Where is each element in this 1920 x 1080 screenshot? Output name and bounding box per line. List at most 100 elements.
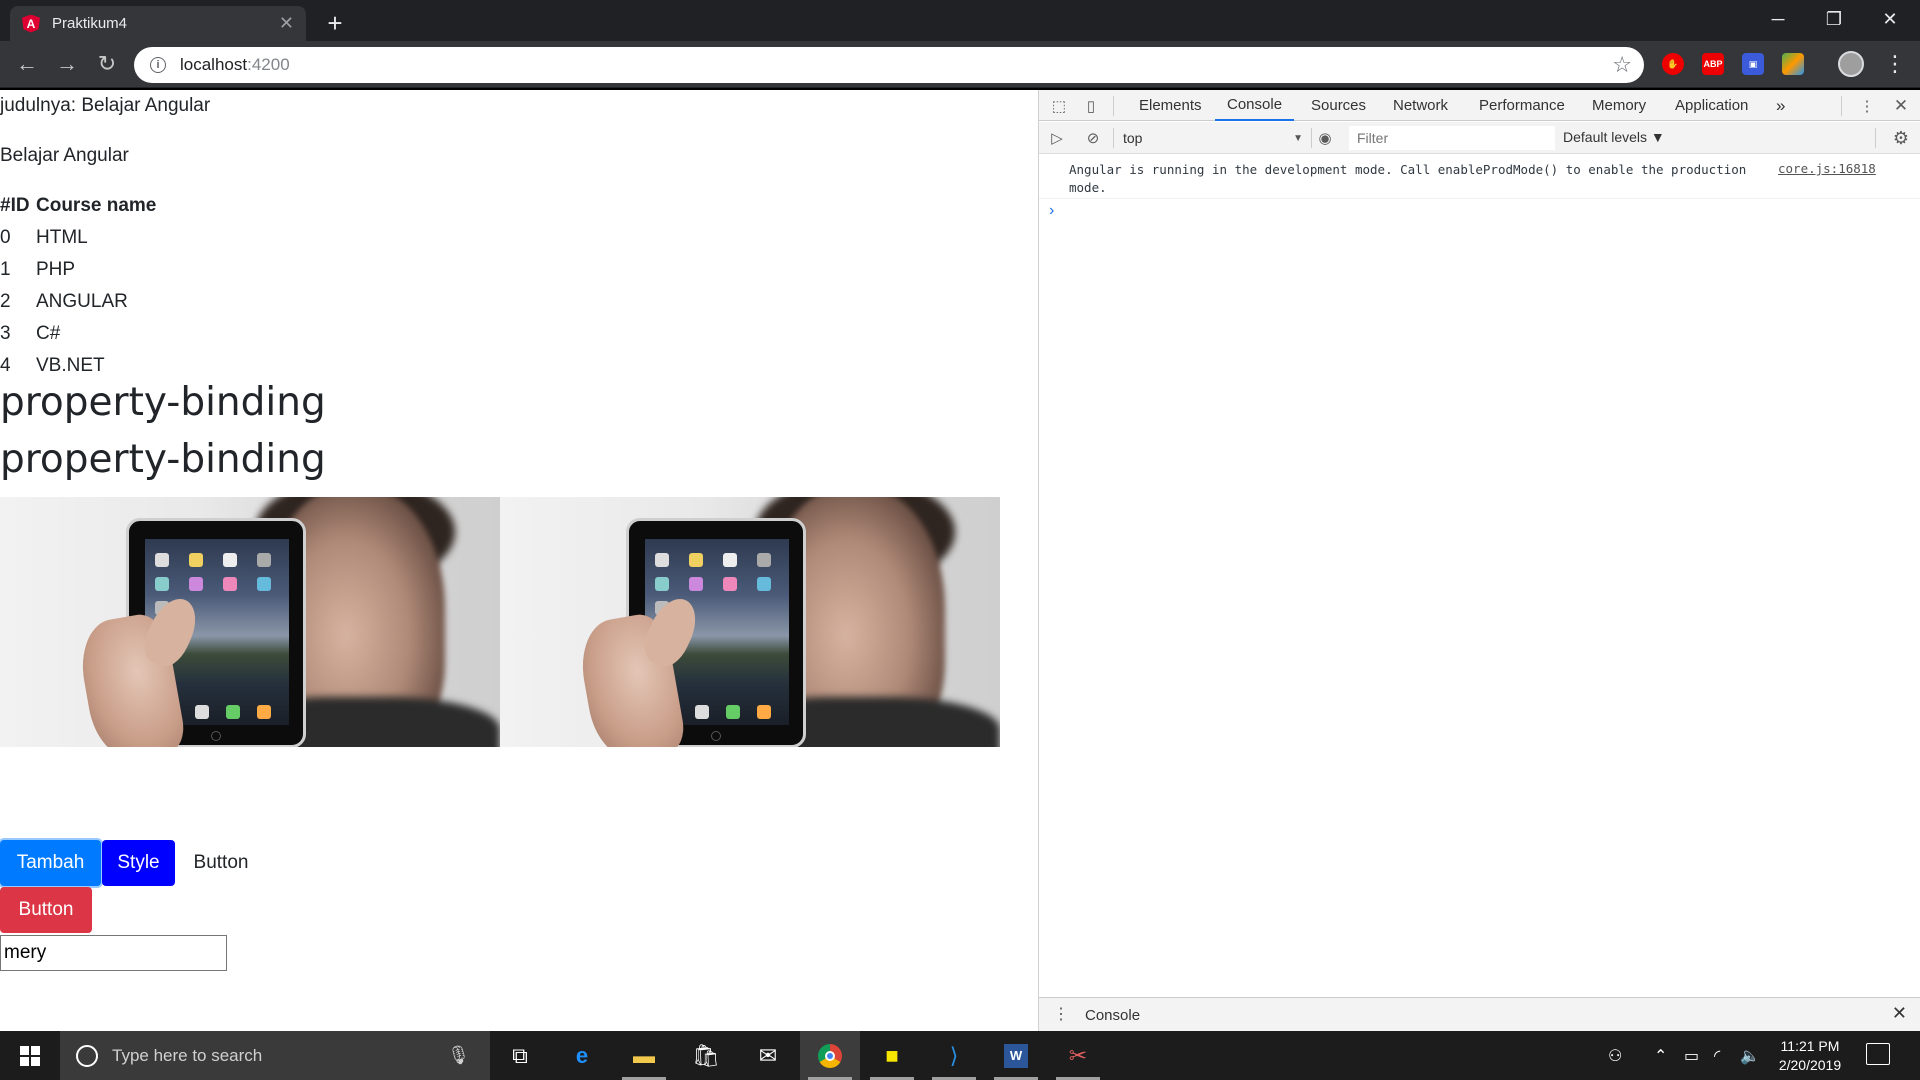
table-row: 0 HTML: [0, 222, 158, 254]
back-icon[interactable]: ←: [12, 49, 42, 79]
heading-property-binding-1: property-binding: [0, 380, 326, 425]
microphone-icon[interactable]: 🎙: [447, 1045, 470, 1066]
task-view-icon[interactable]: ⧉: [490, 1031, 550, 1080]
minimize-button[interactable]: ─: [1750, 0, 1806, 38]
taskbar-clock[interactable]: 11:21 PM 2/20/2019: [1770, 1037, 1850, 1075]
bookmark-star-icon[interactable]: ☆: [1612, 52, 1632, 78]
new-tab-button[interactable]: +: [320, 8, 350, 38]
clock-time: 11:21 PM: [1780, 1038, 1840, 1054]
console-log-message: Angular is running in the development mo…: [1069, 162, 1747, 195]
window-close-button[interactable]: ✕: [1862, 0, 1918, 38]
devtools-menu-icon[interactable]: ⋮: [1857, 96, 1877, 116]
devtools-panel: ⬚ ▯ Elements Console Sources Network Per…: [1038, 90, 1920, 1031]
more-tabs-icon[interactable]: »: [1776, 90, 1785, 121]
device-toolbar-icon[interactable]: ▯: [1081, 96, 1101, 116]
color-extension-icon[interactable]: [1782, 53, 1804, 75]
battery-icon[interactable]: ▭: [1684, 1031, 1699, 1080]
subtitle: Belajar Angular: [0, 145, 129, 166]
context-select[interactable]: top ▼: [1123, 127, 1303, 149]
tab-performance[interactable]: Performance: [1479, 90, 1565, 121]
taskbar-search-box[interactable]: Type here to search 🎙: [60, 1031, 490, 1080]
volume-icon[interactable]: 🔈: [1740, 1031, 1760, 1080]
eye-icon[interactable]: ◉: [1311, 128, 1339, 148]
devtools-tab-bar: ⬚ ▯ Elements Console Sources Network Per…: [1039, 90, 1920, 121]
file-explorer-icon[interactable]: ▬: [614, 1031, 674, 1080]
devtools-close-icon[interactable]: ✕: [1891, 96, 1911, 116]
drawer-menu-icon[interactable]: ⋮: [1053, 1004, 1069, 1024]
clock-date: 2/20/2019: [1778, 1057, 1842, 1073]
cell-course: C#: [36, 323, 61, 344]
console-drawer: ⋮ Console ✕: [1039, 997, 1920, 1031]
edge-icon[interactable]: e: [552, 1031, 612, 1080]
chrome-icon[interactable]: [800, 1031, 860, 1080]
reload-icon[interactable]: ↻: [92, 49, 122, 79]
tab-application[interactable]: Application: [1675, 90, 1748, 121]
column-header-id: #ID: [0, 195, 30, 216]
column-header-course: Course name: [36, 195, 157, 216]
info-icon[interactable]: i: [150, 57, 166, 73]
tab-elements[interactable]: Elements: [1139, 90, 1202, 121]
windows-logo-icon: [20, 1045, 40, 1066]
cell-id: 0: [0, 227, 11, 248]
angular-icon: A: [22, 14, 40, 33]
console-prompt-icon[interactable]: ›: [1049, 202, 1054, 220]
cell-course: PHP: [36, 259, 76, 280]
name-input[interactable]: [0, 935, 227, 971]
vscode-icon[interactable]: ⟩: [924, 1031, 984, 1080]
console-filter-input[interactable]: [1349, 126, 1555, 150]
tab-title: Praktikum4: [52, 15, 128, 32]
page-content: judulnya: Belajar Angular Belajar Angula…: [0, 90, 1038, 1031]
profile-avatar[interactable]: [1838, 51, 1864, 77]
danger-button[interactable]: Button: [0, 887, 92, 933]
people-icon[interactable]: ⚇: [1608, 1031, 1622, 1080]
menu-icon[interactable]: ⋮: [1884, 51, 1906, 79]
cell-course: HTML: [36, 227, 88, 248]
inspect-element-icon[interactable]: ⬚: [1049, 96, 1069, 116]
tab-memory[interactable]: Memory: [1592, 90, 1646, 121]
tab-network[interactable]: Network: [1393, 90, 1448, 121]
log-divider: [1039, 198, 1920, 199]
show-hidden-icons-icon[interactable]: ⌃: [1654, 1031, 1667, 1080]
drawer-tab-console[interactable]: Console: [1085, 1007, 1140, 1024]
style-button[interactable]: Style: [102, 840, 175, 886]
table-row: 1 PHP: [0, 254, 158, 286]
start-button[interactable]: [0, 1031, 60, 1080]
hand-extension-icon[interactable]: ✋: [1662, 53, 1684, 75]
wifi-icon[interactable]: ◜: [1714, 1031, 1720, 1080]
ipad-photo-1: [0, 497, 500, 747]
table-row: 3 C#: [0, 318, 158, 350]
drawer-close-icon[interactable]: ✕: [1892, 1003, 1907, 1024]
forward-icon[interactable]: →: [52, 49, 82, 79]
sidebar-toggle-icon[interactable]: ▷: [1047, 128, 1067, 148]
browser-toolbar: ← → ↻ i localhost:4200 ☆ ✋ ABP ▣ ⋮: [0, 41, 1920, 88]
dropdown-arrow-icon: ▼: [1293, 132, 1303, 144]
tambah-button[interactable]: Tambah: [0, 840, 101, 886]
address-bar[interactable]: i localhost:4200 ☆: [134, 47, 1644, 83]
mail-icon[interactable]: ✉: [738, 1031, 798, 1080]
close-icon[interactable]: ✕: [279, 13, 294, 34]
restore-button[interactable]: ❐: [1806, 0, 1862, 38]
cell-id: 2: [0, 291, 11, 312]
notification-center-icon[interactable]: [1866, 1043, 1890, 1065]
settings-gear-icon[interactable]: ⚙: [1891, 128, 1911, 148]
snipping-tool-icon[interactable]: ✂: [1048, 1031, 1108, 1080]
console-log-source-link[interactable]: core.js:16818: [1778, 161, 1876, 176]
store-icon[interactable]: 🛍: [676, 1031, 736, 1080]
browser-tab[interactable]: A Praktikum4 ✕: [10, 6, 306, 41]
extension-icon[interactable]: ▣: [1742, 53, 1764, 75]
cell-id: 1: [0, 259, 11, 280]
tab-sources[interactable]: Sources: [1311, 90, 1366, 121]
url-text: localhost:4200: [180, 55, 290, 74]
clear-console-icon[interactable]: ⊘: [1083, 128, 1103, 148]
courses-table: #ID Course name 0 HTML 1 PHP 2 ANGULAR 3 C# …: [0, 190, 158, 382]
tab-console[interactable]: Console: [1215, 90, 1295, 121]
windows-taskbar: Type here to search 🎙 ⧉ e ▬ 🛍 ✉ ■ ⟩ W ✂ …: [0, 1031, 1920, 1080]
browser-tab-strip: A Praktikum4 ✕ + ─ ❐ ✕: [0, 0, 1920, 41]
cell-course: VB.NET: [36, 355, 105, 376]
log-levels-dropdown[interactable]: Default levels ▼: [1563, 129, 1665, 145]
plain-button[interactable]: Button: [176, 840, 266, 886]
adblock-plus-icon[interactable]: ABP: [1702, 53, 1724, 75]
sticky-notes-icon[interactable]: ■: [862, 1031, 922, 1080]
word-icon[interactable]: W: [986, 1031, 1046, 1080]
heading-property-binding-2: property-binding: [0, 437, 326, 482]
